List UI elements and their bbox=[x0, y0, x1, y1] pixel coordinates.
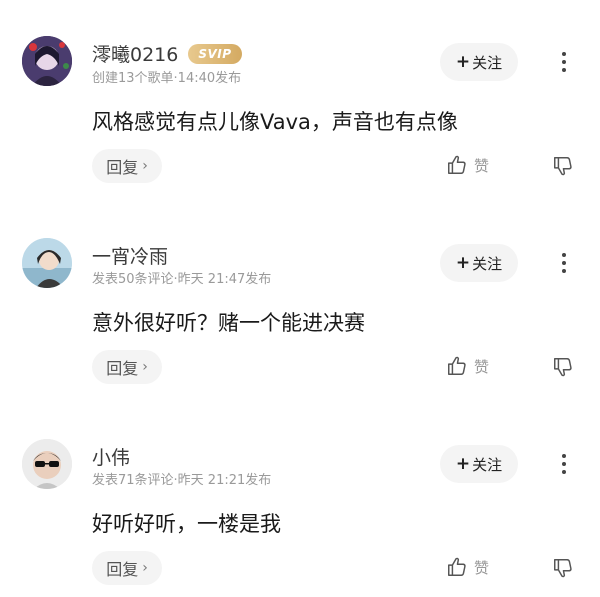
thumbs-down-icon[interactable] bbox=[552, 155, 574, 181]
username[interactable]: 一宵冷雨 bbox=[92, 242, 168, 269]
like-label: 赞 bbox=[474, 558, 490, 577]
avatar-image bbox=[22, 238, 72, 288]
reply-button[interactable]: 回复 › bbox=[92, 551, 162, 585]
like-label: 赞 bbox=[474, 156, 490, 175]
like-button[interactable]: 赞 bbox=[446, 355, 489, 377]
comment-text: 意外很好听？赌一个能进决赛 bbox=[92, 311, 365, 335]
reply-button[interactable]: 回复 › bbox=[92, 350, 162, 384]
svip-badge: SVIP bbox=[188, 43, 242, 64]
chevron-right-icon: › bbox=[142, 158, 148, 174]
reply-label: 回复 bbox=[106, 359, 139, 378]
like-button[interactable]: 赞 bbox=[446, 154, 489, 176]
avatar[interactable] bbox=[22, 439, 72, 489]
username[interactable]: 小伟 bbox=[92, 443, 130, 470]
like-button[interactable]: 赞 bbox=[446, 556, 489, 578]
username-row: 澪曦0216 SVIP bbox=[92, 40, 242, 67]
more-options-icon[interactable] bbox=[556, 450, 572, 478]
username-row: 一宵冷雨 bbox=[92, 242, 168, 269]
comment-text: 风格感觉有点儿像Vava，声音也有点像 bbox=[92, 110, 458, 134]
comment-text: 好听好听，一楼是我 bbox=[92, 512, 281, 536]
follow-button[interactable]: + 关注 bbox=[440, 445, 518, 483]
plus-icon: + bbox=[455, 454, 471, 474]
reply-label: 回复 bbox=[106, 560, 139, 579]
comment-meta: 发表50条评论·昨天 21:47发布 bbox=[92, 272, 272, 287]
follow-label: 关注 bbox=[472, 455, 503, 474]
thumbs-up-icon bbox=[448, 155, 466, 174]
username-row: 小伟 bbox=[92, 443, 130, 470]
avatar-image bbox=[22, 439, 72, 489]
username[interactable]: 澪曦0216 bbox=[92, 40, 178, 67]
more-options-icon[interactable] bbox=[556, 249, 572, 277]
avatar-image bbox=[22, 36, 72, 86]
chevron-right-icon: › bbox=[142, 359, 148, 375]
comment-meta: 发表71条评论·昨天 21:21发布 bbox=[92, 473, 272, 488]
follow-button[interactable]: + 关注 bbox=[440, 43, 518, 81]
follow-label: 关注 bbox=[472, 254, 503, 273]
thumbs-up-icon bbox=[448, 356, 466, 375]
like-label: 赞 bbox=[474, 357, 490, 376]
thumbs-down-icon[interactable] bbox=[552, 356, 574, 382]
plus-icon: + bbox=[455, 253, 471, 273]
more-options-icon[interactable] bbox=[556, 48, 572, 76]
reply-button[interactable]: 回复 › bbox=[92, 149, 162, 183]
thumbs-down-icon[interactable] bbox=[552, 557, 574, 583]
thumbs-up-icon bbox=[448, 557, 466, 576]
reply-label: 回复 bbox=[106, 158, 139, 177]
follow-button[interactable]: + 关注 bbox=[440, 244, 518, 282]
plus-icon: + bbox=[455, 52, 471, 72]
avatar[interactable] bbox=[22, 238, 72, 288]
avatar[interactable] bbox=[22, 36, 72, 86]
comment-meta: 创建13个歌单·14:40发布 bbox=[92, 71, 242, 86]
chevron-right-icon: › bbox=[142, 560, 148, 576]
follow-label: 关注 bbox=[472, 53, 503, 72]
